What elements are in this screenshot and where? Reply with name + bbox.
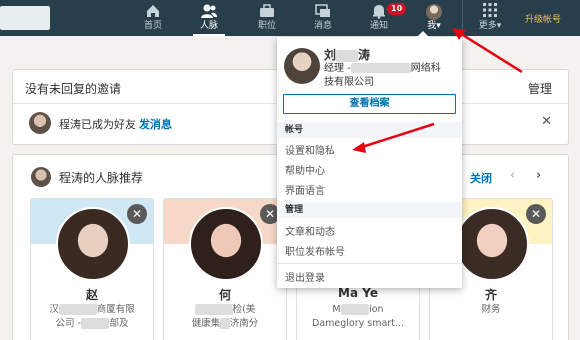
view-profile-button[interactable]: 查看档案 — [283, 94, 456, 114]
person-headline: 汉一一一一商厦有限 公司 -一一一部及 — [49, 304, 135, 329]
chevron-left-icon[interactable]: ‹ — [510, 168, 515, 183]
menu-item-help-center[interactable]: 帮助中心 — [285, 162, 325, 177]
person-headline: 一一一一检(美 健康集一济南分 — [191, 304, 259, 329]
person-headline: M一一一ion Dameglory smart... — [312, 304, 404, 329]
nav-home-label: 首页 — [143, 21, 162, 31]
upgrade-link[interactable]: 升级帐号 — [525, 12, 561, 25]
person-card[interactable]: ✕ 何 一一一一检(美 健康集一济南分 — [163, 198, 287, 340]
notification-badge: 10 — [386, 2, 408, 16]
person-name: 赵 — [85, 288, 98, 302]
nav-notifications-label: 通知 — [369, 21, 388, 31]
nav-messaging-label: 消息 — [313, 21, 332, 31]
home-icon — [138, 0, 168, 20]
profile-headline: 经理 - 网络科 技有限公司 — [324, 63, 441, 88]
nav-notifications[interactable]: 10 通知 — [364, 0, 408, 36]
message-icon — [308, 0, 338, 20]
grid-icon — [475, 0, 505, 20]
menu-item-job-posting-account[interactable]: 职位发布帐号 — [285, 243, 345, 258]
section-manage: 管理 — [277, 202, 462, 218]
profile-photo — [189, 207, 263, 281]
close-recommendations-link[interactable]: 关闭 — [470, 170, 492, 186]
section-account: 帐号 — [277, 122, 462, 138]
person-name: 齐 — [484, 288, 497, 302]
send-message-link[interactable]: 发消息 — [139, 116, 172, 132]
person-card[interactable]: ✕ 赵 汉一一一一商厦有限 公司 -一一一部及 — [30, 198, 154, 340]
manage-button[interactable]: 管理 — [528, 80, 552, 97]
annotation-arrow-to-me — [457, 30, 523, 74]
dismiss-icon[interactable]: ✕ — [526, 204, 546, 224]
top-nav: 首页 人脉 职位 消息 10 通知 我▾ 更多▾ 升级帐号 — [0, 0, 580, 36]
avatar[interactable] — [29, 112, 51, 134]
caret-down-icon: ▾ — [436, 21, 441, 31]
nav-me-label: 我 — [427, 21, 437, 31]
close-icon[interactable]: ✕ — [541, 114, 552, 129]
nav-jobs-label: 职位 — [257, 21, 276, 31]
chevron-right-icon[interactable]: › — [536, 168, 541, 183]
person-name: Ma Ye — [338, 286, 378, 300]
nav-home[interactable]: 首页 — [138, 0, 168, 36]
nav-more-label: 更多 — [478, 21, 497, 31]
profile-photo — [455, 207, 529, 281]
profile-name: 刘涛 — [324, 48, 371, 62]
menu-item-posts-activity[interactable]: 文章和动态 — [285, 223, 335, 238]
new-connection-text: 程涛已成为好友 — [59, 118, 136, 131]
avatar — [31, 167, 51, 187]
invitations-title: 没有未回复的邀请 — [25, 82, 122, 96]
search-input[interactable] — [0, 6, 50, 30]
nav-jobs[interactable]: 职位 — [252, 0, 282, 36]
divider — [277, 263, 462, 264]
profile-photo — [56, 207, 130, 281]
account-dropdown: 刘涛 经理 - 网络科 技有限公司 查看档案 帐号 设置和隐私 帮助中心 界面语言… — [277, 31, 462, 288]
person-headline: 财务 — [481, 304, 501, 315]
nav-network-label: 人脉 — [199, 21, 218, 31]
nav-messaging[interactable]: 消息 — [308, 0, 338, 36]
menu-item-sign-out[interactable]: 退出登录 — [285, 269, 325, 284]
nav-divider — [462, 0, 463, 36]
nav-network[interactable]: 人脉 — [193, 0, 225, 36]
recommendations-title: 程涛的人脉推荐 — [59, 171, 144, 185]
dismiss-icon[interactable]: ✕ — [127, 204, 147, 224]
menu-item-settings-privacy[interactable]: 设置和隐私 — [285, 142, 335, 157]
caret-down-icon: ▾ — [496, 21, 502, 31]
menu-item-language[interactable]: 界面语言 — [285, 182, 325, 197]
person-name: 何 — [218, 288, 231, 302]
avatar — [426, 4, 442, 20]
people-icon — [193, 0, 225, 20]
avatar[interactable] — [284, 48, 320, 84]
nav-more[interactable]: 更多▾ — [475, 0, 505, 36]
briefcase-icon — [252, 0, 282, 20]
